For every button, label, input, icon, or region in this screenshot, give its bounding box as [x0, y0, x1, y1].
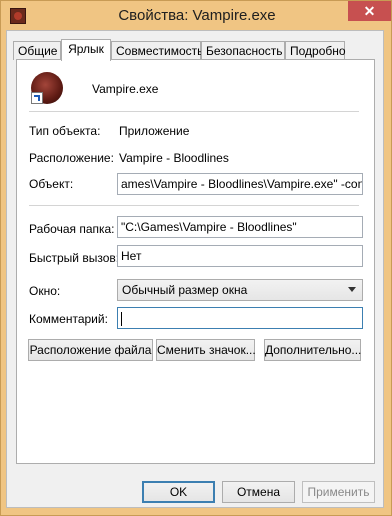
tab-security[interactable]: Безопасность — [201, 41, 285, 60]
target-field[interactable]: ames\Vampire - Bloodlines\Vampire.exe" -… — [117, 173, 363, 195]
location-label: Расположение: — [29, 151, 114, 165]
workdir-field[interactable]: "C:\Games\Vampire - Bloodlines" — [117, 216, 363, 238]
window-title: Свойства: Vampire.exe — [118, 7, 276, 24]
vampire-app-icon — [31, 72, 63, 104]
target-label: Объект: — [29, 177, 74, 191]
close-button[interactable]: ✕ — [348, 1, 391, 21]
ok-button[interactable]: OK — [142, 481, 215, 503]
window-mode-select[interactable]: Обычный размер окна — [117, 279, 363, 301]
open-file-location-button[interactable]: Расположение файла — [28, 339, 153, 361]
chevron-down-icon — [348, 287, 356, 292]
apply-button[interactable]: Применить — [302, 481, 375, 503]
type-value: Приложение — [119, 124, 190, 138]
tab-compatibility[interactable]: Совместимость — [111, 41, 203, 60]
type-label: Тип объекта: — [29, 124, 101, 138]
shortcut-arrow-icon — [31, 92, 43, 104]
cancel-button[interactable]: Отмена — [222, 481, 295, 503]
change-icon-button[interactable]: Сменить значок... — [156, 339, 256, 361]
separator — [29, 205, 359, 206]
workdir-label: Рабочая папка: — [29, 222, 115, 236]
location-value: Vampire - Bloodlines — [119, 151, 229, 165]
separator — [29, 111, 359, 112]
tab-general[interactable]: Общие — [13, 41, 61, 60]
text-caret — [121, 311, 122, 326]
shortcut-name: Vampire.exe — [92, 82, 159, 96]
window-mode-label: Окно: — [29, 284, 61, 298]
advanced-button[interactable]: Дополнительно... — [264, 339, 361, 361]
tab-shortcut[interactable]: Ярлык — [61, 39, 111, 61]
title-bar[interactable]: Свойства: Vampire.exe ✕ — [1, 1, 391, 31]
comment-label: Комментарий: — [29, 312, 108, 326]
hotkey-label: Быстрый вызов: — [29, 251, 120, 265]
tab-details[interactable]: Подробно — [285, 41, 346, 60]
window-mode-value: Обычный размер окна — [122, 283, 248, 297]
hotkey-field[interactable]: Нет — [117, 245, 363, 267]
comment-field[interactable] — [117, 307, 363, 329]
